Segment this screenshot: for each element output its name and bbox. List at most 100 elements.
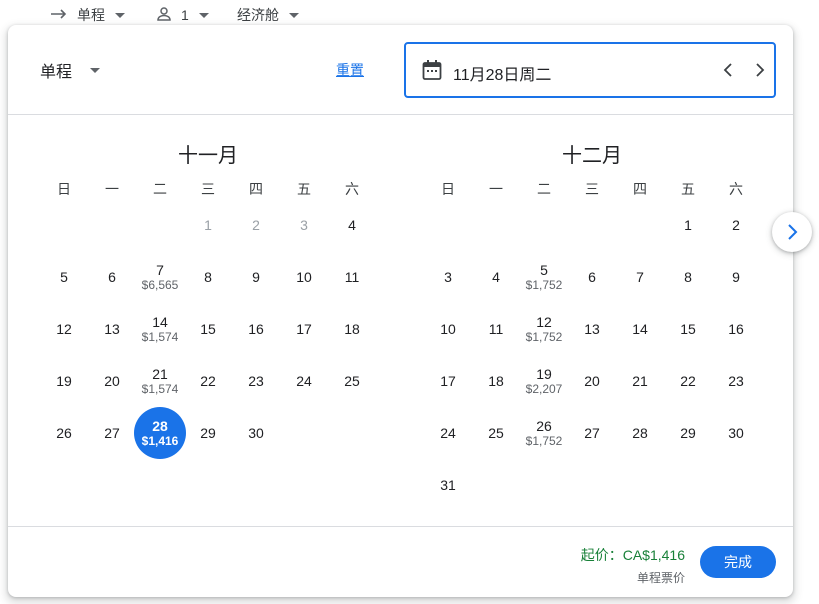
- calendar-day[interactable]: 7: [614, 251, 666, 303]
- day-number: 30: [248, 425, 264, 441]
- done-button[interactable]: 完成: [700, 546, 776, 578]
- calendar-day[interactable]: 20: [86, 355, 138, 407]
- calendar-day[interactable]: 14: [614, 303, 666, 355]
- calendar-day[interactable]: 26 $1,752: [518, 407, 570, 459]
- calendar-day[interactable]: 17: [422, 355, 474, 407]
- previous-date-button[interactable]: [716, 58, 740, 82]
- calendar-day[interactable]: 25: [470, 407, 522, 459]
- calendar-day[interactable]: 18: [470, 355, 522, 407]
- calendar-day[interactable]: 12 $1,752: [518, 303, 570, 355]
- calendar-day[interactable]: 13: [566, 303, 618, 355]
- passenger-count: 1: [181, 7, 189, 23]
- calendar-day[interactable]: 3: [422, 251, 474, 303]
- day-price: $2,207: [525, 382, 563, 396]
- calendar-day[interactable]: 6: [566, 251, 618, 303]
- weekday-header: 日: [441, 181, 455, 197]
- calendar-day[interactable]: 12: [38, 303, 90, 355]
- calendar-day[interactable]: 1: [182, 199, 234, 251]
- calendar-day[interactable]: 26: [38, 407, 90, 459]
- calendar-day[interactable]: 2: [230, 199, 282, 251]
- calendar-day[interactable]: 9: [230, 251, 282, 303]
- calendar-day[interactable]: 6: [86, 251, 138, 303]
- calendar-day[interactable]: 19: [38, 355, 90, 407]
- day-number: 16: [248, 321, 264, 337]
- day-number: 7: [636, 269, 644, 285]
- calendar-day[interactable]: 8: [182, 251, 234, 303]
- day-number: 2: [732, 217, 740, 233]
- calendar-day[interactable]: 3: [278, 199, 330, 251]
- day-number: 11: [488, 321, 504, 337]
- calendar-day[interactable]: 31: [422, 459, 474, 511]
- calendar-day[interactable]: 2: [710, 199, 762, 251]
- day-number: 25: [488, 425, 504, 441]
- calendar-day[interactable]: 13: [86, 303, 138, 355]
- calendar-day[interactable]: 24: [422, 407, 474, 459]
- day-number: 15: [200, 321, 216, 337]
- calendar-day[interactable]: 15: [182, 303, 234, 355]
- calendar-day[interactable]: 21: [614, 355, 666, 407]
- reset-link[interactable]: 重置: [336, 60, 364, 80]
- calendar-day[interactable]: 22: [182, 355, 234, 407]
- next-date-button[interactable]: [748, 58, 772, 82]
- calendar-day[interactable]: 28: [614, 407, 666, 459]
- calendar-day[interactable]: 30: [710, 407, 762, 459]
- calendar-day[interactable]: 4: [326, 199, 378, 251]
- day-price: $1,752: [525, 278, 563, 292]
- day-number: 15: [680, 321, 696, 337]
- person-icon: [156, 6, 172, 25]
- day-number: 21: [632, 373, 648, 389]
- weekday-header: 四: [249, 181, 263, 197]
- calendar-day[interactable]: 11: [470, 303, 522, 355]
- calendar-day[interactable]: 8: [662, 251, 714, 303]
- day-number: 10: [296, 269, 312, 285]
- trip-type-dropdown[interactable]: 单程: [50, 4, 125, 26]
- chevron-down-icon: [289, 12, 299, 18]
- calendar-day[interactable]: 15: [662, 303, 714, 355]
- selected-day[interactable]: 28 $1,416: [134, 407, 186, 459]
- calendar-day[interactable]: 24: [278, 355, 330, 407]
- calendar-day[interactable]: 18: [326, 303, 378, 355]
- calendar-day[interactable]: 22: [662, 355, 714, 407]
- calendar-day[interactable]: 14 $1,574: [134, 303, 186, 355]
- calendar-day[interactable]: 23: [230, 355, 282, 407]
- calendar-day[interactable]: 11: [326, 251, 378, 303]
- calendar-day[interactable]: 21 $1,574: [134, 355, 186, 407]
- day-number: 9: [732, 269, 740, 285]
- calendar-day[interactable]: 5 $1,752: [518, 251, 570, 303]
- dialog-footer: 起价：CA$1,416 单程票价 完成: [8, 526, 793, 597]
- calendar-day[interactable]: 29: [182, 407, 234, 459]
- day-number: 8: [684, 269, 692, 285]
- weekday-header: 三: [585, 181, 599, 197]
- calendar-day[interactable]: 10: [278, 251, 330, 303]
- calendar-day[interactable]: 27: [86, 407, 138, 459]
- chevron-left-icon: [723, 63, 732, 77]
- day-number: 31: [440, 477, 456, 493]
- cabin-dropdown[interactable]: 经济舱: [237, 4, 299, 26]
- passenger-dropdown[interactable]: 1: [156, 4, 209, 26]
- day-number: 11: [344, 269, 360, 285]
- calendar-day[interactable]: 19 $2,207: [518, 355, 570, 407]
- departure-date-field[interactable]: 11月28日周二: [404, 42, 776, 98]
- calendar-day[interactable]: 27: [566, 407, 618, 459]
- next-month-button[interactable]: [772, 212, 812, 252]
- calendar-day[interactable]: 10: [422, 303, 474, 355]
- calendar-day[interactable]: 9: [710, 251, 762, 303]
- calendar-day[interactable]: 17: [278, 303, 330, 355]
- calendar-day[interactable]: 1: [662, 199, 714, 251]
- weekday-header: 六: [729, 181, 743, 197]
- calendar-day[interactable]: 20: [566, 355, 618, 407]
- trip-type-select[interactable]: 单程: [40, 58, 101, 82]
- day-number: 6: [588, 269, 596, 285]
- chevron-right-icon: [788, 224, 798, 240]
- calendar-day[interactable]: 16: [710, 303, 762, 355]
- calendar-day[interactable]: 29: [662, 407, 714, 459]
- calendar-day[interactable]: 25: [326, 355, 378, 407]
- calendar-day[interactable]: 16: [230, 303, 282, 355]
- calendar-day[interactable]: 4: [470, 251, 522, 303]
- calendar-day[interactable]: 23: [710, 355, 762, 407]
- day-number: 14: [152, 314, 168, 330]
- month-title: 十一月: [178, 145, 238, 167]
- calendar-day[interactable]: 7 $6,565: [134, 251, 186, 303]
- calendar-day[interactable]: 30: [230, 407, 282, 459]
- calendar-day[interactable]: 5: [38, 251, 90, 303]
